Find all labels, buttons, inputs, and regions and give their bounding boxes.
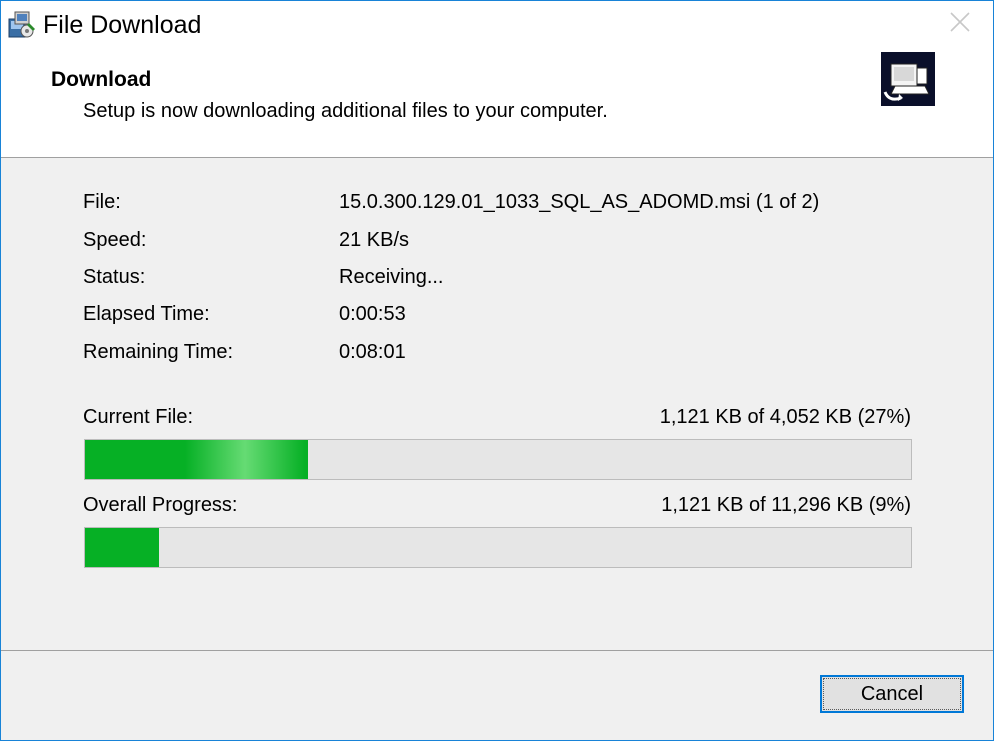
- overall-progress-label: Overall Progress:: [83, 494, 238, 516]
- current-file-label: Current File:: [83, 406, 194, 428]
- elapsed-time-value: 0:00:53: [339, 303, 406, 325]
- overall-progress-text: 1,121 KB of 11,296 KB (9%): [661, 494, 911, 516]
- current-file-progress-text: 1,121 KB of 4,052 KB (27%): [659, 406, 911, 428]
- overall-progress-bar: [84, 527, 912, 568]
- computer-download-icon: [881, 52, 935, 106]
- focus-rect: [823, 678, 961, 710]
- close-button[interactable]: [935, 1, 985, 47]
- speed-value: 21 KB/s: [339, 229, 410, 251]
- file-label: File:: [83, 191, 121, 213]
- title-bar: File Download: [1, 1, 993, 49]
- header-title: Download: [51, 68, 152, 91]
- elapsed-time-label: Elapsed Time:: [83, 303, 210, 325]
- file-download-window: File Download Download Setup is now down…: [0, 0, 994, 741]
- installer-icon: [7, 9, 37, 41]
- header-panel: Download Setup is now downloading additi…: [1, 49, 993, 158]
- current-file-progress-fill: [85, 440, 309, 479]
- remaining-time-value: 0:08:01: [339, 341, 406, 363]
- speed-label: Speed:: [83, 229, 147, 251]
- progress-shine: [185, 440, 305, 479]
- current-file-progress-bar: [84, 439, 912, 480]
- cancel-button[interactable]: Cancel: [820, 675, 964, 713]
- footer-divider: [1, 650, 993, 651]
- window-title: File Download: [43, 11, 202, 39]
- overall-progress-fill: [85, 528, 160, 567]
- remaining-time-label: Remaining Time:: [83, 341, 234, 363]
- status-label: Status:: [83, 266, 146, 288]
- header-subtitle: Setup is now downloading additional file…: [83, 100, 608, 122]
- file-value: 15.0.300.129.01_1033_SQL_AS_ADOMD.msi (1…: [339, 191, 820, 213]
- close-icon: [949, 11, 971, 38]
- status-value: Receiving...: [339, 266, 444, 288]
